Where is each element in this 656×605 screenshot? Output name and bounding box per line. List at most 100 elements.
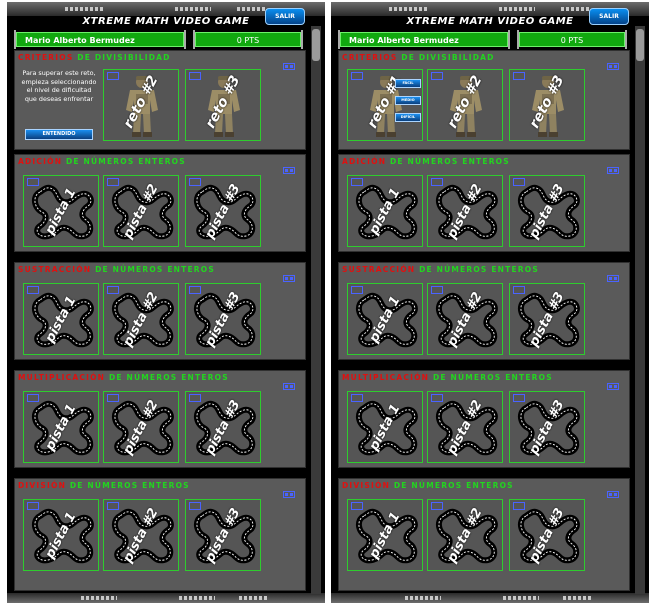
- section-title-red: DIVISIÓN: [18, 481, 67, 490]
- level-button-2[interactable]: MEDIO: [395, 96, 421, 105]
- challenge-card-2[interactable]: reto #3: [185, 69, 261, 141]
- section-title-green: DE NÚMEROS ENTEROS: [389, 157, 510, 166]
- card-status-icon: [189, 72, 201, 80]
- section-title: CRITERIOS DE DIVISIBILIDAD: [342, 53, 495, 62]
- section-title: DIVISIÓN DE NÚMEROS ENTEROS: [18, 481, 190, 490]
- track-card-1[interactable]: pista 1: [347, 391, 423, 463]
- section-status-icon: [607, 275, 619, 282]
- card-status-icon: [351, 286, 363, 294]
- frame-lights: [179, 596, 215, 600]
- track-card-2[interactable]: pista #2: [103, 175, 179, 247]
- exit-button[interactable]: SALIR: [265, 8, 305, 25]
- points-display: 0 PTS: [519, 32, 625, 47]
- operation-section-4: DIVISIÓN DE NÚMEROS ENTEROS pista 1 pista …: [338, 478, 630, 591]
- card-status-icon: [513, 178, 525, 186]
- frame-lights: [237, 7, 265, 11]
- frame-lights: [499, 7, 535, 11]
- challenge-card-2[interactable]: reto #2: [427, 69, 503, 141]
- frame-lights: [503, 596, 539, 600]
- frame-lights: [65, 7, 103, 11]
- track-card-1[interactable]: pista 1: [347, 175, 423, 247]
- section-status-icon: [607, 63, 619, 70]
- track-card-3[interactable]: pista #3: [509, 499, 585, 571]
- card-status-icon: [351, 178, 363, 186]
- section-title-red: ADICIÓN: [18, 157, 63, 166]
- section-title: ADICIÓN DE NÚMEROS ENTEROS: [342, 157, 510, 166]
- exit-button[interactable]: SALIR: [589, 8, 629, 25]
- section-title-red: SUSTRACCIÓN: [342, 265, 416, 274]
- frame-lights: [561, 7, 589, 11]
- frame-lights: [175, 7, 211, 11]
- card-status-icon: [27, 502, 39, 510]
- frame-lights: [239, 596, 267, 600]
- challenge-card-3[interactable]: reto #3: [509, 69, 585, 141]
- phone-screen-2: XTREME MATH VIDEO GAME SALIR Mario Alberto…: [331, 2, 649, 603]
- frame-lights: [81, 596, 117, 600]
- track-card-3[interactable]: pista #3: [509, 283, 585, 355]
- section-title-green: DE NÚMEROS ENTEROS: [432, 373, 553, 382]
- points-display: 0 PTS: [195, 32, 301, 47]
- scrollbar[interactable]: [311, 26, 321, 594]
- track-card-2[interactable]: pista #2: [103, 499, 179, 571]
- card-status-icon: [351, 394, 363, 402]
- section-title-red: ADICIÓN: [342, 157, 387, 166]
- track-card-1[interactable]: pista 1: [347, 283, 423, 355]
- scrollbar-thumb[interactable]: [312, 29, 320, 61]
- level-button-1[interactable]: FÁCIL: [395, 79, 421, 88]
- divisibility-section: CRITERIOS DE DIVISIBILIDAD reto #1 reto #2…: [338, 50, 630, 150]
- track-card-2[interactable]: pista #2: [427, 391, 503, 463]
- section-title-green: DE NÚMEROS ENTEROS: [69, 481, 190, 490]
- track-card-3[interactable]: pista #3: [185, 175, 261, 247]
- card-status-icon: [513, 394, 525, 402]
- section-title: MULTIPLICACIÓN DE NÚMEROS ENTEROS: [342, 373, 553, 382]
- player-name: Mario Alberto Bermudez: [340, 32, 508, 47]
- track-card-3[interactable]: pista #3: [509, 175, 585, 247]
- scrollbar[interactable]: [635, 26, 645, 594]
- operation-section-1: ADICIÓN DE NÚMEROS ENTEROS pista 1 pista #…: [338, 154, 630, 252]
- card-status-icon: [513, 502, 525, 510]
- track-card-3[interactable]: pista #3: [185, 283, 261, 355]
- card-status-icon: [107, 72, 119, 80]
- frame-lights: [389, 7, 427, 11]
- section-status-icon: [607, 383, 619, 390]
- entendido-button[interactable]: ENTENDIDO: [25, 129, 93, 140]
- section-title: ADICIÓN DE NÚMEROS ENTEROS: [18, 157, 186, 166]
- track-card-1[interactable]: pista 1: [347, 499, 423, 571]
- track-card-3[interactable]: pista #3: [185, 499, 261, 571]
- level-button-3[interactable]: DIFÍCIL: [395, 113, 421, 122]
- divisibility-section: CRITERIOS DE DIVISIBILIDAD Para superar e…: [14, 50, 306, 150]
- track-card-3[interactable]: pista #3: [509, 391, 585, 463]
- card-status-icon: [431, 178, 443, 186]
- scrollbar-thumb[interactable]: [636, 29, 644, 61]
- track-card-2[interactable]: pista #2: [427, 175, 503, 247]
- card-status-icon: [27, 286, 39, 294]
- card-status-icon: [107, 178, 119, 186]
- track-card-1[interactable]: pista 1: [23, 283, 99, 355]
- card-status-icon: [107, 394, 119, 402]
- section-title-green: DE DIVISIBILIDAD: [401, 53, 495, 62]
- section-title-green: DE NÚMEROS ENTEROS: [108, 373, 229, 382]
- section-status-icon: [283, 275, 295, 282]
- card-status-icon: [431, 502, 443, 510]
- track-card-2[interactable]: pista #2: [103, 391, 179, 463]
- section-title: SUSTRACCIÓN DE NÚMEROS ENTEROS: [18, 265, 215, 274]
- frame-lights: [563, 596, 591, 600]
- section-title-red: MULTIPLICACIÓN: [18, 373, 106, 382]
- track-card-1[interactable]: pista 1: [23, 499, 99, 571]
- card-status-icon: [107, 502, 119, 510]
- section-title-red: SUSTRACCIÓN: [18, 265, 92, 274]
- section-title-green: DE NÚMEROS ENTEROS: [393, 481, 514, 490]
- track-card-1[interactable]: pista 1: [23, 175, 99, 247]
- section-title-red: MULTIPLICACIÓN: [342, 373, 430, 382]
- track-card-2[interactable]: pista #2: [427, 499, 503, 571]
- track-card-2[interactable]: pista #2: [427, 283, 503, 355]
- card-status-icon: [189, 178, 201, 186]
- card-status-icon: [431, 394, 443, 402]
- track-card-2[interactable]: pista #2: [103, 283, 179, 355]
- track-card-1[interactable]: pista 1: [23, 391, 99, 463]
- challenge-card-1[interactable]: reto #2: [103, 69, 179, 141]
- card-status-icon: [431, 72, 443, 80]
- operation-section-3: MULTIPLICACIÓN DE NÚMEROS ENTEROS pista 1…: [338, 370, 630, 468]
- section-title-red: CRITERIOS: [18, 53, 74, 62]
- track-card-3[interactable]: pista #3: [185, 391, 261, 463]
